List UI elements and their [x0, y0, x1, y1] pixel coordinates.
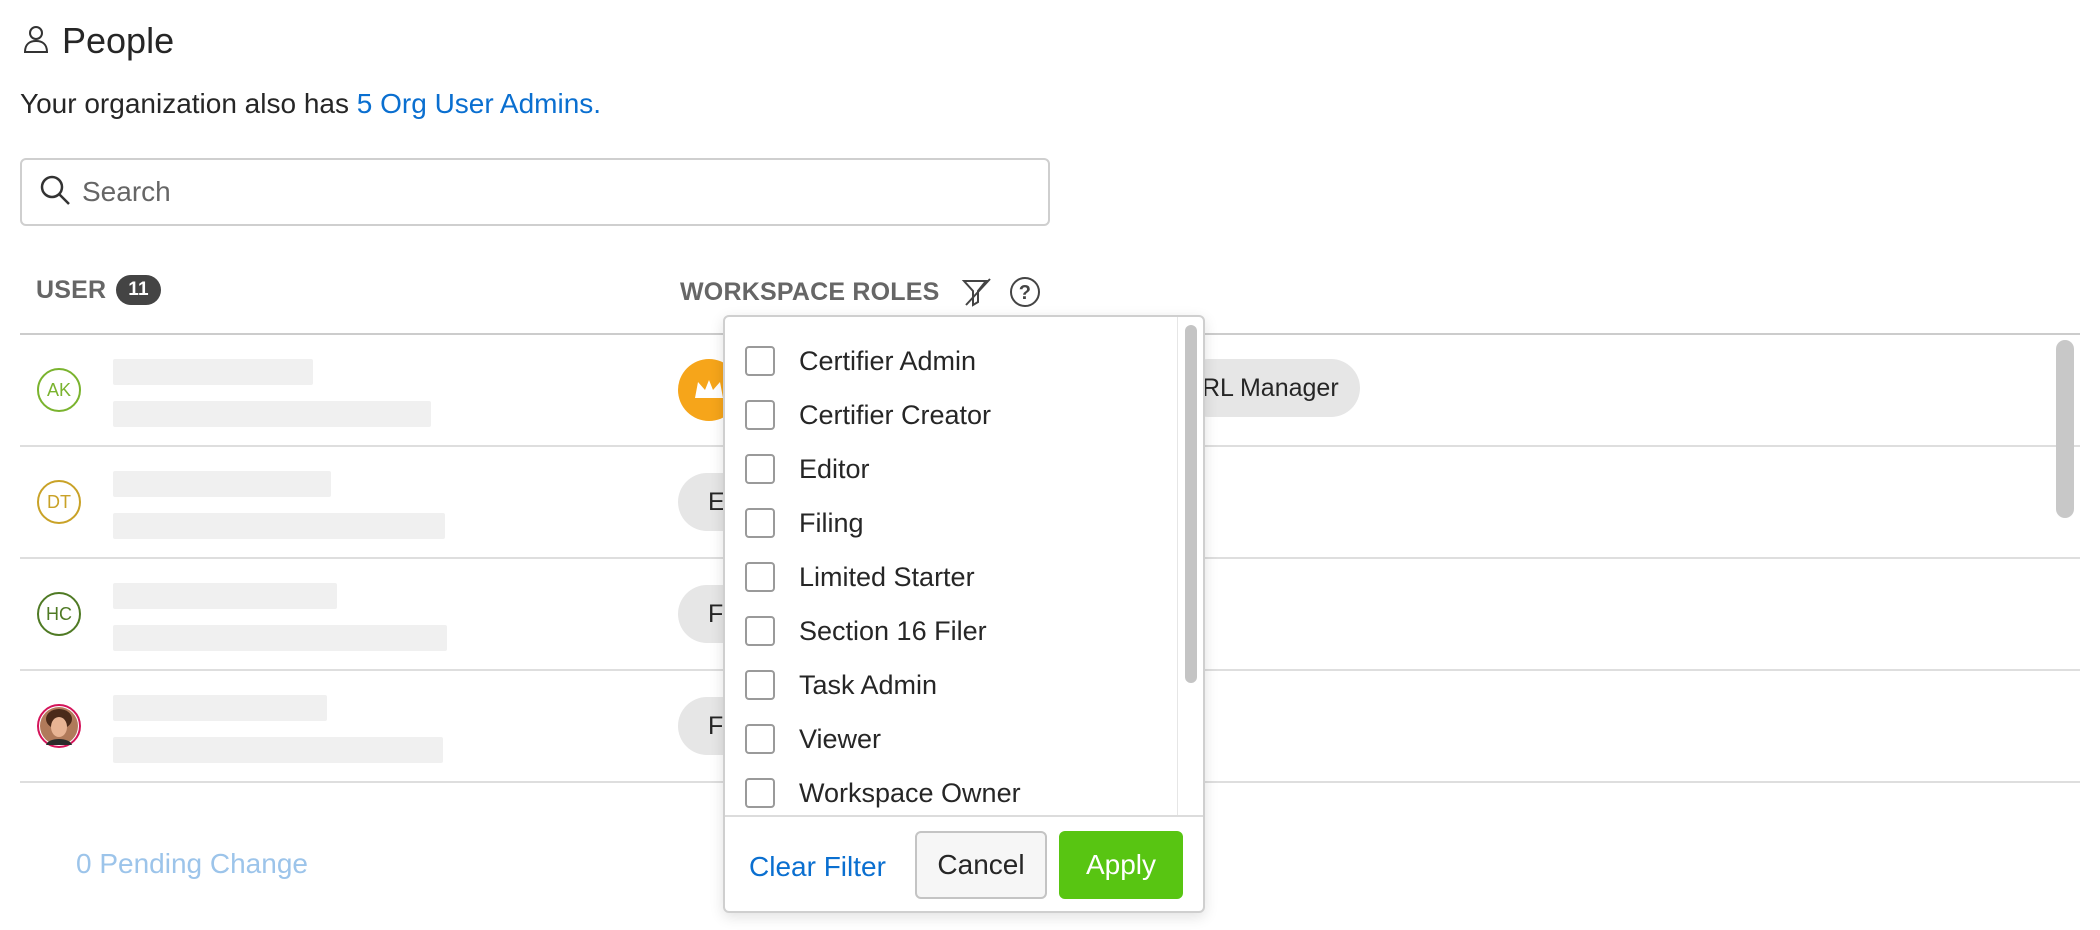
person-icon: [22, 24, 50, 59]
email-placeholder: [113, 401, 431, 427]
pending-changes: 0 Pending Change: [76, 848, 308, 879]
role-checkbox[interactable]: [745, 454, 775, 484]
page-header: People: [22, 20, 174, 62]
email-placeholder: [113, 737, 443, 763]
role-option-label: Certifier Admin: [799, 345, 977, 376]
email-placeholder: [113, 513, 445, 539]
role-checkbox[interactable]: [745, 400, 775, 430]
user-column-header[interactable]: USER 11: [36, 275, 161, 305]
dropdown-scrollbar[interactable]: [1185, 325, 1197, 683]
roles-column-label: WORKSPACE ROLES: [680, 277, 940, 306]
name-placeholder: [113, 695, 327, 721]
role-option[interactable]: Editor: [745, 443, 870, 495]
role-option-label: Workspace Owner: [799, 777, 1021, 808]
search-box[interactable]: [20, 158, 1050, 226]
role-option[interactable]: Filing: [745, 497, 864, 549]
role-checkbox[interactable]: [745, 724, 775, 754]
cancel-button[interactable]: Cancel: [915, 831, 1047, 899]
role-option-label: Certifier Creator: [799, 399, 992, 430]
role-filter-dropdown: Certifier Admin Certifier Creator Editor…: [723, 315, 1205, 913]
org-admins-link[interactable]: 5 Org User Admins.: [357, 88, 601, 119]
role-option-label: Task Admin: [799, 669, 938, 700]
name-placeholder: [113, 359, 313, 385]
roles-column-header: WORKSPACE ROLES ?: [680, 275, 1042, 309]
avatar: AK: [37, 368, 81, 412]
role-option-label: Viewer: [799, 723, 882, 754]
role-checkbox[interactable]: [745, 670, 775, 700]
role-checkbox[interactable]: [745, 616, 775, 646]
email-placeholder: [113, 625, 447, 651]
page-title: People: [62, 20, 175, 61]
user-column-label: USER: [36, 275, 107, 304]
page-scrollbar[interactable]: [2056, 340, 2074, 518]
name-placeholder: [113, 583, 337, 609]
role-checkbox[interactable]: [745, 562, 775, 592]
apply-button[interactable]: Apply: [1059, 831, 1183, 899]
role-option[interactable]: Section 16 Filer: [745, 605, 987, 657]
search-icon: [38, 173, 72, 212]
role-option-label: Section 16 Filer: [799, 615, 987, 646]
role-option[interactable]: Certifier Creator: [745, 389, 991, 441]
role-options-list: Certifier Admin Certifier Creator Editor…: [725, 317, 1177, 815]
role-checkbox[interactable]: [745, 508, 775, 538]
role-option[interactable]: Workspace Owner: [745, 767, 1021, 815]
role-option[interactable]: Viewer: [745, 713, 881, 765]
role-option-label: Filing: [799, 507, 864, 538]
role-option[interactable]: Task Admin: [745, 659, 937, 711]
role-checkbox[interactable]: [745, 778, 775, 808]
role-option-label: Limited Starter: [799, 561, 975, 592]
avatar: HC: [37, 592, 81, 636]
dropdown-footer: Clear Filter Cancel Apply: [725, 815, 1203, 913]
org-admins-notice: Your organization also has 5 Org User Ad…: [20, 88, 601, 120]
search-input[interactable]: [82, 176, 982, 208]
user-photo: [40, 707, 78, 745]
help-icon[interactable]: ?: [1008, 275, 1042, 309]
avatar: [37, 704, 81, 748]
svg-text:?: ?: [1018, 282, 1030, 304]
role-checkbox[interactable]: [745, 346, 775, 376]
role-option[interactable]: Certifier Admin: [745, 335, 976, 387]
user-count-badge: 11: [116, 275, 161, 305]
name-placeholder: [113, 471, 331, 497]
role-option-label: Editor: [799, 453, 870, 484]
org-notice-text: Your organization also has: [20, 88, 357, 119]
filter-icon[interactable]: [960, 275, 994, 309]
role-pill[interactable]: RL Manager: [1180, 359, 1360, 417]
role-option[interactable]: Limited Starter: [745, 551, 975, 603]
avatar: DT: [37, 480, 81, 524]
clear-filter-button[interactable]: Clear Filter: [749, 851, 886, 883]
